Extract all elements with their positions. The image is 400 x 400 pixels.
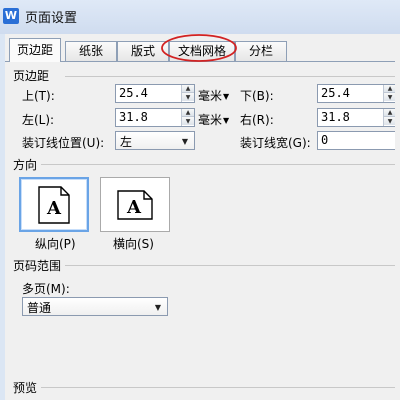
page-range-section-title: 页码范围	[13, 257, 66, 274]
preview-section-title: 预览	[13, 379, 42, 396]
caret-down-icon: ▼	[223, 116, 230, 125]
title-bar: W 页面设置	[0, 0, 400, 34]
tab-document-grid[interactable]: 文档网格	[169, 41, 235, 61]
tab-layout[interactable]: 版式	[117, 41, 169, 61]
portrait-option[interactable]: A	[19, 177, 89, 232]
margins-section-title: 页边距	[13, 67, 54, 84]
window-right-edge	[395, 34, 400, 400]
gutter-position-select[interactable]: 左 ▼	[115, 131, 195, 150]
tab-paper[interactable]: 纸张	[65, 41, 117, 61]
right-margin-value[interactable]: 31.8	[321, 110, 350, 124]
svg-text:A: A	[46, 198, 62, 219]
multiple-pages-label: 多页(M):	[22, 282, 70, 296]
portrait-page-icon: A	[38, 185, 70, 224]
caret-down-icon: ▼	[223, 92, 230, 101]
top-margin-label: 上(T):	[22, 89, 55, 103]
top-margin-unit-dropdown[interactable]: 毫米▼	[198, 87, 229, 104]
bottom-margin-spinner[interactable]: 25.4 ▲ ▼	[317, 84, 397, 103]
chevron-down-icon: ▼	[181, 137, 188, 146]
gutter-width-value[interactable]: 0	[321, 133, 328, 147]
preview-section-rule	[41, 387, 400, 388]
spin-up-icon[interactable]: ▲	[182, 109, 194, 117]
landscape-page-icon: A	[117, 189, 153, 220]
landscape-option[interactable]: A	[100, 177, 170, 232]
tab-margins[interactable]: 页边距	[9, 38, 61, 62]
orientation-section-title: 方向	[13, 156, 42, 173]
wps-app-icon: W	[3, 8, 19, 24]
gutter-width-label: 装订线宽(G):	[240, 136, 311, 150]
multiple-pages-select[interactable]: 普通 ▼	[22, 297, 168, 316]
right-margin-spinner[interactable]: 31.8 ▲ ▼	[317, 108, 397, 127]
window-title: 页面设置	[25, 10, 78, 26]
tab-strip: 页边距 纸张 版式 文档网格 分栏	[5, 38, 400, 62]
spin-down-icon[interactable]: ▼	[182, 93, 194, 101]
left-margin-value[interactable]: 31.8	[119, 110, 148, 124]
gutter-width-spinner[interactable]: 0	[317, 131, 397, 150]
right-margin-label: 右(R):	[240, 113, 274, 127]
bottom-margin-value[interactable]: 25.4	[321, 86, 350, 100]
chevron-down-icon: ▼	[154, 303, 161, 312]
gutter-position-label: 装订线位置(U):	[22, 136, 105, 150]
portrait-label: 纵向(P)	[35, 237, 76, 251]
svg-text:A: A	[126, 197, 142, 218]
page-setup-dialog: 页边距 纸张 版式 文档网格 分栏 页边距 上(T): 25.4 ▲ ▼ 毫米▼…	[5, 34, 400, 400]
bottom-margin-label: 下(B):	[240, 89, 274, 103]
top-margin-value[interactable]: 25.4	[119, 86, 148, 100]
top-margin-spinner[interactable]: 25.4 ▲ ▼	[115, 84, 195, 103]
left-margin-unit-dropdown[interactable]: 毫米▼	[198, 111, 229, 128]
tab-baseline	[5, 61, 400, 62]
margins-section-rule	[65, 76, 400, 77]
spin-up-icon[interactable]: ▲	[182, 85, 194, 93]
spin-down-icon[interactable]: ▼	[182, 117, 194, 125]
gutter-position-value: 左	[120, 135, 133, 149]
tab-columns[interactable]: 分栏	[235, 41, 287, 61]
multiple-pages-value: 普通	[27, 301, 52, 315]
left-margin-spinner[interactable]: 31.8 ▲ ▼	[115, 108, 195, 127]
left-margin-label: 左(L):	[22, 113, 55, 127]
landscape-label: 横向(S)	[113, 237, 154, 251]
orientation-section-rule	[41, 164, 400, 165]
page-range-section-rule	[65, 265, 400, 266]
